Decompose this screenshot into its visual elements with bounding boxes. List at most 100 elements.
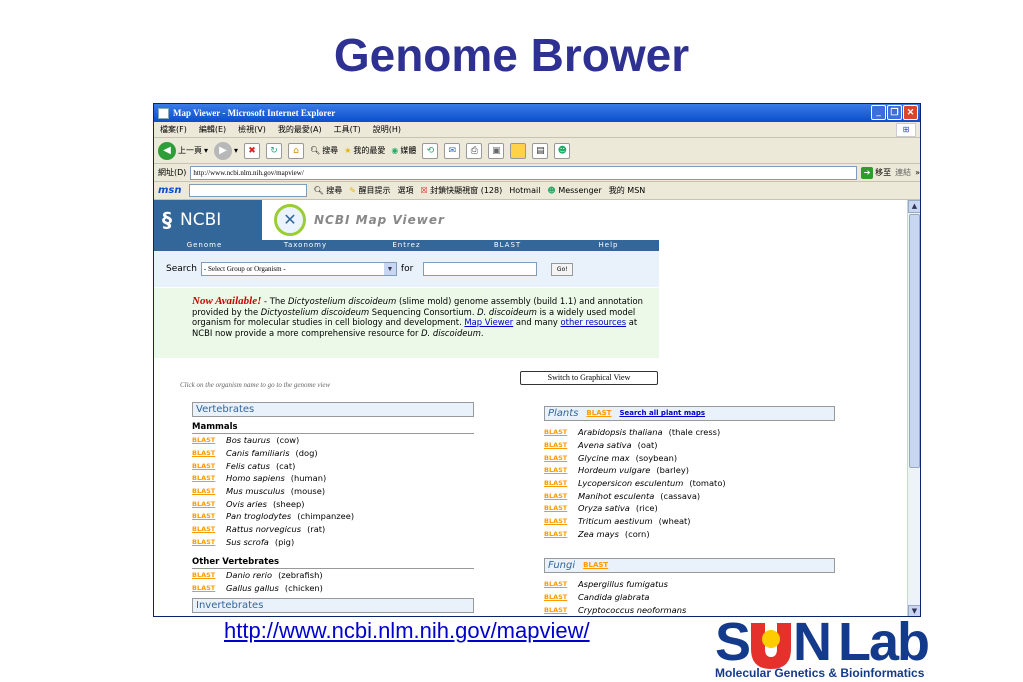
organism-link[interactable]: Felis catus [226,461,270,471]
folder-icon[interactable] [510,142,527,159]
chevron-right-icon[interactable]: » [915,168,920,177]
organism-link[interactable]: Zea mays [578,529,619,539]
blast-link[interactable]: BLAST [192,436,220,444]
vertical-scrollbar[interactable]: ▲ ▼ [907,200,920,616]
map-viewer-link[interactable]: Map Viewer [464,317,513,327]
search-input[interactable] [423,262,538,276]
organism-link[interactable]: Lycopersicon esculentum [578,478,683,488]
search-all-plant-maps-link[interactable]: Search all plant maps [619,407,705,420]
nav-help[interactable]: Help [558,240,659,251]
blast-link[interactable]: BLAST [544,441,572,449]
organism-link[interactable]: Pan troglodytes [226,511,291,521]
search-button[interactable]: 🔍︎ 搜尋 [310,145,338,156]
menu-help[interactable]: 說明(H) [373,124,401,135]
blast-link[interactable]: BLAST [544,428,572,436]
blast-link[interactable]: BLAST [192,584,220,592]
home-icon[interactable]: ⌂ [288,142,305,159]
organism-link[interactable]: Homo sapiens [226,473,285,483]
organism-link[interactable]: Oryza sativa [578,503,630,513]
edit-icon[interactable]: ▣ [488,142,505,159]
plants-blast-link[interactable]: BLAST [586,407,611,420]
organism-link[interactable]: Cryptococcus neoformans [578,605,686,615]
organism-link[interactable]: Candida glabrata [578,592,649,602]
address-input[interactable]: http://www.ncbi.nlm.nih.gov/mapview/ [190,165,858,180]
organism-link[interactable]: Avena sativa [578,440,632,450]
fungi-blast-link[interactable]: BLAST [583,559,608,572]
organism-link[interactable]: Glycine max [578,453,630,463]
blast-link[interactable]: BLAST [544,606,572,614]
messenger-icon[interactable]: ☻ [554,142,571,159]
messenger-button[interactable]: ☻ Messenger [547,186,601,195]
menu-file[interactable]: 檔案(F) [160,124,187,135]
nav-blast[interactable]: BLAST [457,240,558,251]
nav-taxonomy[interactable]: Taxonomy [255,240,356,251]
blast-link[interactable]: BLAST [192,512,220,520]
refresh-icon[interactable]: ↻ [266,142,283,159]
other-resources-link[interactable]: other resources [561,317,627,327]
organism-link[interactable]: Hordeum vulgare [578,465,650,475]
msn-logo[interactable]: msn [158,185,182,196]
mail-icon[interactable]: ✉ [444,142,461,159]
blast-link[interactable]: BLAST [192,525,220,533]
organism-link[interactable]: Aspergillus fumigatus [578,579,668,589]
nav-genome[interactable]: Genome [154,240,255,251]
print-icon[interactable]: ⎙ [466,142,483,159]
msn-search-input[interactable] [188,184,307,197]
blast-link[interactable]: BLAST [192,462,220,470]
menu-view[interactable]: 檢視(V) [238,124,266,135]
favorites-button[interactable]: ★ 我的最愛 [344,145,385,156]
forward-button[interactable]: ▶ ▾ [214,141,238,160]
my-msn-button[interactable]: 我的 MSN [609,185,646,196]
close-button[interactable]: ✕ [903,105,918,120]
organism-link[interactable]: Gallus gallus [226,583,279,593]
blast-link[interactable]: BLAST [544,454,572,462]
hotmail-button[interactable]: Hotmail [509,186,540,195]
organism-link[interactable]: Danio rerio [226,570,272,580]
organism-link[interactable]: Manihot esculenta [578,491,654,501]
blast-link[interactable]: BLAST [544,479,572,487]
msn-search-button[interactable]: 🔍︎ 搜尋 [314,185,343,196]
blast-link[interactable]: BLAST [544,530,572,538]
highlight-button[interactable]: ✎ 醒目提示 [349,185,390,196]
blast-link[interactable]: BLAST [544,593,572,601]
blast-link[interactable]: BLAST [192,449,220,457]
organism-link[interactable]: Triticum aestivum [578,516,653,526]
blast-link[interactable]: BLAST [544,504,572,512]
go-search-button[interactable]: Go! [551,262,574,276]
nav-entrez[interactable]: Entrez [356,240,457,251]
blast-link[interactable]: BLAST [192,500,220,508]
blast-link[interactable]: BLAST [192,571,220,579]
blast-link[interactable]: BLAST [544,492,572,500]
menu-tools[interactable]: 工具(T) [334,124,361,135]
minimize-button[interactable]: _ [871,105,886,120]
back-button[interactable]: ◀ 上一頁 ▾ [158,141,208,160]
switch-graphical-view-button[interactable]: Switch to Graphical View [520,371,658,385]
options-button[interactable]: 選項 [397,185,413,196]
research-icon[interactable]: ▤ [532,142,549,159]
organism-select[interactable]: - Select Group or Organism - ▼ [200,262,397,276]
organism-link[interactable]: Arabidopsis thaliana [578,427,663,437]
window-title-bar[interactable]: Map Viewer - Microsoft Internet Explorer… [154,104,920,122]
blast-link[interactable]: BLAST [544,580,572,588]
organism-link[interactable]: Rattus norvegicus [226,524,301,534]
menu-edit[interactable]: 編輯(E) [199,124,226,135]
blast-link[interactable]: BLAST [544,466,572,474]
blast-link[interactable]: BLAST [192,474,220,482]
maximize-button[interactable]: ❐ [887,105,902,120]
menu-favorites[interactable]: 我的最愛(A) [278,124,322,135]
links-button[interactable]: 連結 [895,167,911,178]
scroll-up-icon[interactable]: ▲ [908,200,920,213]
go-button[interactable]: ➔ 移至 [861,166,891,179]
blast-link[interactable]: BLAST [192,487,220,495]
stop-icon[interactable]: ✖ [244,142,261,159]
history-icon[interactable]: ⟲ [422,142,439,159]
ncbi-logo[interactable]: § NCBI [154,200,262,240]
media-button[interactable]: ◉ 媒體 [391,145,416,156]
organism-link[interactable]: Ovis aries [226,499,267,509]
organism-link[interactable]: Sus scrofa [226,537,269,547]
blast-link[interactable]: BLAST [544,517,572,525]
organism-link[interactable]: Canis familiaris [226,448,290,458]
scroll-thumb[interactable] [909,214,920,468]
organism-link[interactable]: Mus musculus [226,486,285,496]
blast-link[interactable]: BLAST [192,538,220,546]
